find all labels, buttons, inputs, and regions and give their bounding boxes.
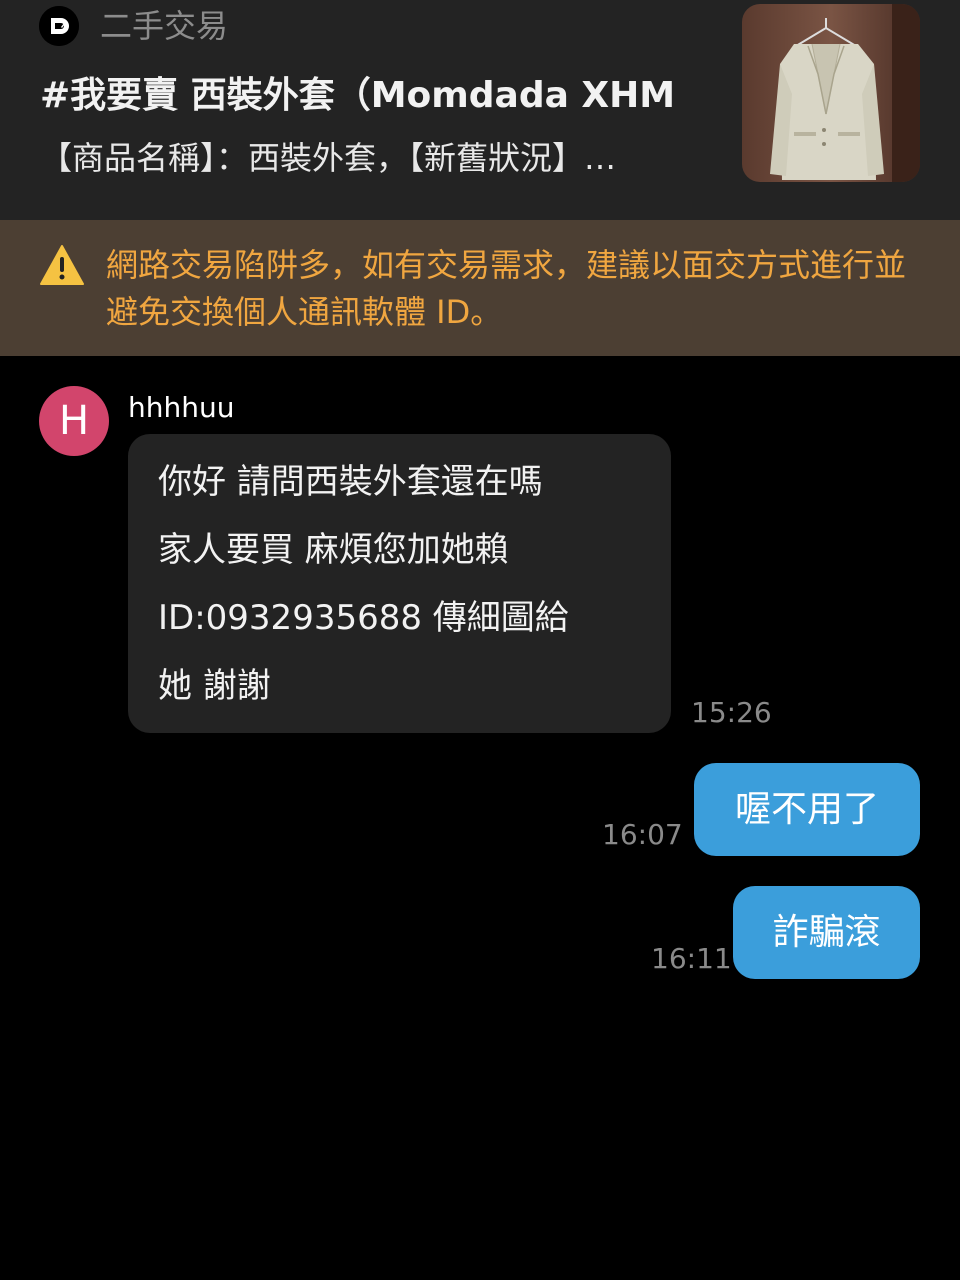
sender-name[interactable]: hhhhuu [128,388,234,428]
message-line: ID:0932935688 傳細圖給 [158,598,569,638]
message-timestamp: 15:26 [691,696,772,729]
post-thumbnail[interactable] [742,4,920,182]
warning-text: 網路交易陷阱多，如有交易需求，建議以面交方式進行並避免交換個人通訊軟體 ID。 [106,246,907,331]
message-timestamp: 16:11 [651,942,732,975]
message-timestamp: 16:07 [602,818,683,851]
post-title[interactable]: #我要賣 西裝外套（Momdada XHM [40,72,690,120]
post-preview-card[interactable]: 二手交易 #我要賣 西裝外套（Momdada XHM 【商品名稱】：西裝外套，【… [0,0,960,220]
incoming-message-bubble[interactable]: 你好 請問西裝外套還在嗎 家人要買 麻煩您加她賴 ID:0932935688 傳… [128,434,671,733]
warning-triangle-icon [40,245,84,285]
board-logo-icon [39,6,79,46]
message-line: 她 謝謝 [158,666,271,706]
post-excerpt: 【商品名稱】：西裝外套，【新舊狀況】… [40,139,617,177]
safety-warning-banner: 網路交易陷阱多，如有交易需求，建議以面交方式進行並避免交換個人通訊軟體 ID。 [0,220,960,356]
message-line: 你好 請問西裝外套還在嗎 [158,462,543,502]
board-name[interactable]: 二手交易 [100,4,228,48]
message-line: 家人要買 麻煩您加她賴 [158,530,509,570]
sender-avatar[interactable]: H [39,386,109,456]
outgoing-message-bubble[interactable]: 喔不用了 [694,763,920,856]
outgoing-message-bubble[interactable]: 詐騙滾 [733,886,920,979]
